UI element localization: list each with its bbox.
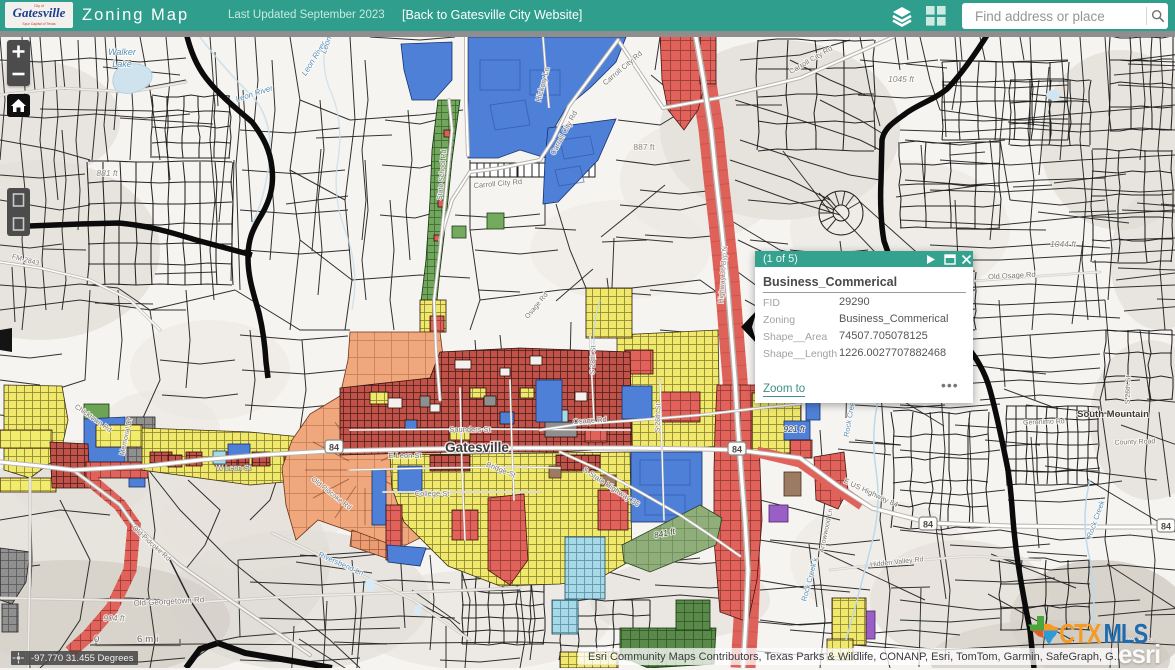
svg-text:84: 84 — [329, 443, 339, 453]
svg-text:84: 84 — [1161, 522, 1171, 532]
svg-text:Lake: Lake — [112, 59, 132, 69]
svg-text:1045 ft: 1045 ft — [888, 74, 915, 84]
svg-text:Gatesville: Gatesville — [445, 440, 509, 455]
svg-text:W Leon St: W Leon St — [216, 463, 252, 472]
svg-text:881 ft: 881 ft — [96, 168, 118, 178]
svg-text:84: 84 — [923, 520, 933, 530]
svg-text:South Mountain: South Mountain — [1077, 409, 1149, 420]
svg-text:E Leon St: E Leon St — [389, 451, 423, 460]
svg-text:Saunders St: Saunders St — [449, 425, 491, 434]
svg-text:904 ft: 904 ft — [103, 613, 125, 623]
svg-text:6mi: 6mi — [137, 634, 161, 645]
svg-text:S 26th St: S 26th St — [655, 403, 663, 432]
svg-text:Walker: Walker — [108, 47, 137, 57]
svg-text:CTX: CTX — [1059, 618, 1101, 649]
svg-text:MLS: MLS — [1104, 618, 1148, 649]
svg-text:S 26th St: S 26th St — [1125, 375, 1133, 404]
svg-text:887 ft: 887 ft — [633, 142, 655, 152]
svg-text:College St: College St — [415, 489, 451, 498]
svg-text:0: 0 — [94, 634, 99, 645]
svg-text:921 ft: 921 ft — [783, 424, 805, 434]
svg-text:84: 84 — [732, 445, 742, 455]
svg-text:County Road: County Road — [1114, 438, 1155, 446]
svg-text:Geronimo Rd: Geronimo Rd — [1023, 418, 1065, 426]
svg-text:S 28th St: S 28th St — [590, 345, 598, 374]
svg-text:1044 ft: 1044 ft — [1050, 239, 1077, 249]
